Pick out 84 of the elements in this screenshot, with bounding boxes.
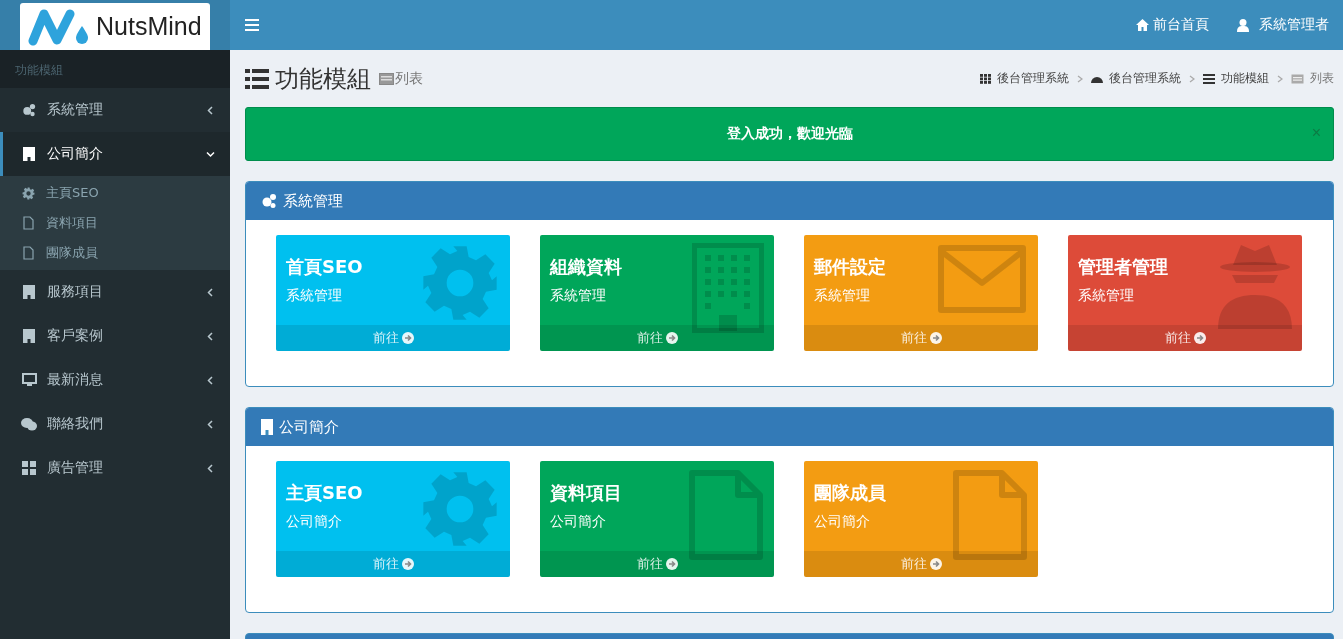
list-icon [245,68,269,89]
tile-subtitle: 公司簡介 [549,512,607,531]
gear-icon [420,243,500,323]
chevron-left-icon [206,287,215,297]
building-icon [261,419,273,435]
tile-title: 首頁SEO [285,255,364,279]
home-link[interactable]: 前台首頁 [1122,0,1223,50]
chevron-left-icon [206,463,215,473]
envelope-icon [936,243,1028,315]
chevron-left-icon [206,419,215,429]
sidebar-item[interactable]: 服務項目 [0,270,230,314]
chevron-left-icon [206,105,215,115]
grid-icon [980,73,991,84]
tile-link[interactable]: 前往 [276,325,510,351]
gear-icon [420,469,500,549]
user-icon [1237,18,1249,32]
tile-subtitle: 系統管理 [285,286,343,305]
document-icon [22,246,34,260]
gears-icon [22,103,36,117]
sidebar-subitem[interactable]: 主頁SEO [0,178,230,208]
panel-title: 公司簡介 [279,417,339,437]
tile-link[interactable]: 前往 [804,551,1038,577]
tile-link[interactable]: 前往 [540,325,774,351]
chevron-right-icon [1277,74,1283,83]
list-alt-icon [379,72,394,85]
tile-title: 團隊成員 [813,481,887,505]
arrow-circle-icon [665,558,678,570]
building-icon [23,329,35,343]
tile-subtitle: 公司簡介 [813,512,871,531]
arrow-circle-icon [1193,332,1206,344]
tile-link[interactable]: 前往 [804,325,1038,351]
sidebar-item[interactable]: 廣告管理 [0,446,230,490]
user-menu[interactable]: 系統管理者 [1223,0,1343,50]
chevron-left-icon [206,375,215,385]
logo-mark-icon [28,7,90,46]
sidebar-item[interactable]: 最新消息 [0,358,230,402]
tile-title: 管理者管理 [1077,255,1169,279]
chevron-down-icon [206,149,215,159]
breadcrumb-link[interactable]: 後台管理系統 [1109,70,1181,87]
tile-title: 郵件設定 [813,255,887,279]
tile-title: 資料項目 [549,481,623,505]
sidebar-item[interactable]: 公司簡介 [0,132,230,176]
chevron-right-icon [1077,74,1083,83]
logo-text: NutsMind [96,12,202,41]
list-icon [1203,73,1215,84]
breadcrumb-current: 列表 [1310,70,1334,87]
tile-subtitle: 系統管理 [549,286,607,305]
tile-subtitle: 系統管理 [1077,286,1135,305]
tile-subtitle: 公司簡介 [285,512,343,531]
chat-bubbles-icon [21,417,37,431]
sidebar-header: 功能模組 [0,50,230,88]
sidebar-item[interactable]: 客戶案例 [0,314,230,358]
page-title: 功能模組 [275,63,371,95]
building-icon [23,285,35,299]
tile-subtitle: 系統管理 [813,286,871,305]
monitor-icon [21,373,37,387]
page-subtitle: 列表 [395,69,423,88]
sidebar-item[interactable]: 系統管理 [0,88,230,132]
gears-icon [261,193,277,209]
gear-icon [21,186,35,200]
arrow-circle-icon [929,558,942,570]
breadcrumb-link[interactable]: 後台管理系統 [997,70,1069,87]
tile-link[interactable]: 前往 [276,551,510,577]
document-icon [22,216,34,230]
arrow-circle-icon [929,332,942,344]
dashboard-icon [1091,74,1103,83]
sidebar-subitem[interactable]: 團隊成員 [0,238,230,268]
chevron-left-icon [206,331,215,341]
tile-link[interactable]: 前往 [540,551,774,577]
arrow-circle-icon [665,332,678,344]
sidebar-item[interactable]: 聯絡我們 [0,402,230,446]
grid-icon [22,461,36,475]
arrow-circle-icon [401,332,414,344]
tile-title: 組織資料 [548,255,623,279]
chevron-right-icon [1189,74,1195,83]
breadcrumb-link[interactable]: 功能模組 [1221,70,1269,87]
building-icon [23,147,35,161]
tile-title: 主頁SEO [285,481,364,505]
panel-title: 系統管理 [283,191,343,211]
arrow-circle-icon [401,558,414,570]
sidebar-subitem[interactable]: 資料項目 [0,208,230,238]
alert-message: 登入成功，歡迎光臨 [726,125,853,143]
list-alt-icon [1291,73,1304,84]
home-icon [1136,19,1149,31]
